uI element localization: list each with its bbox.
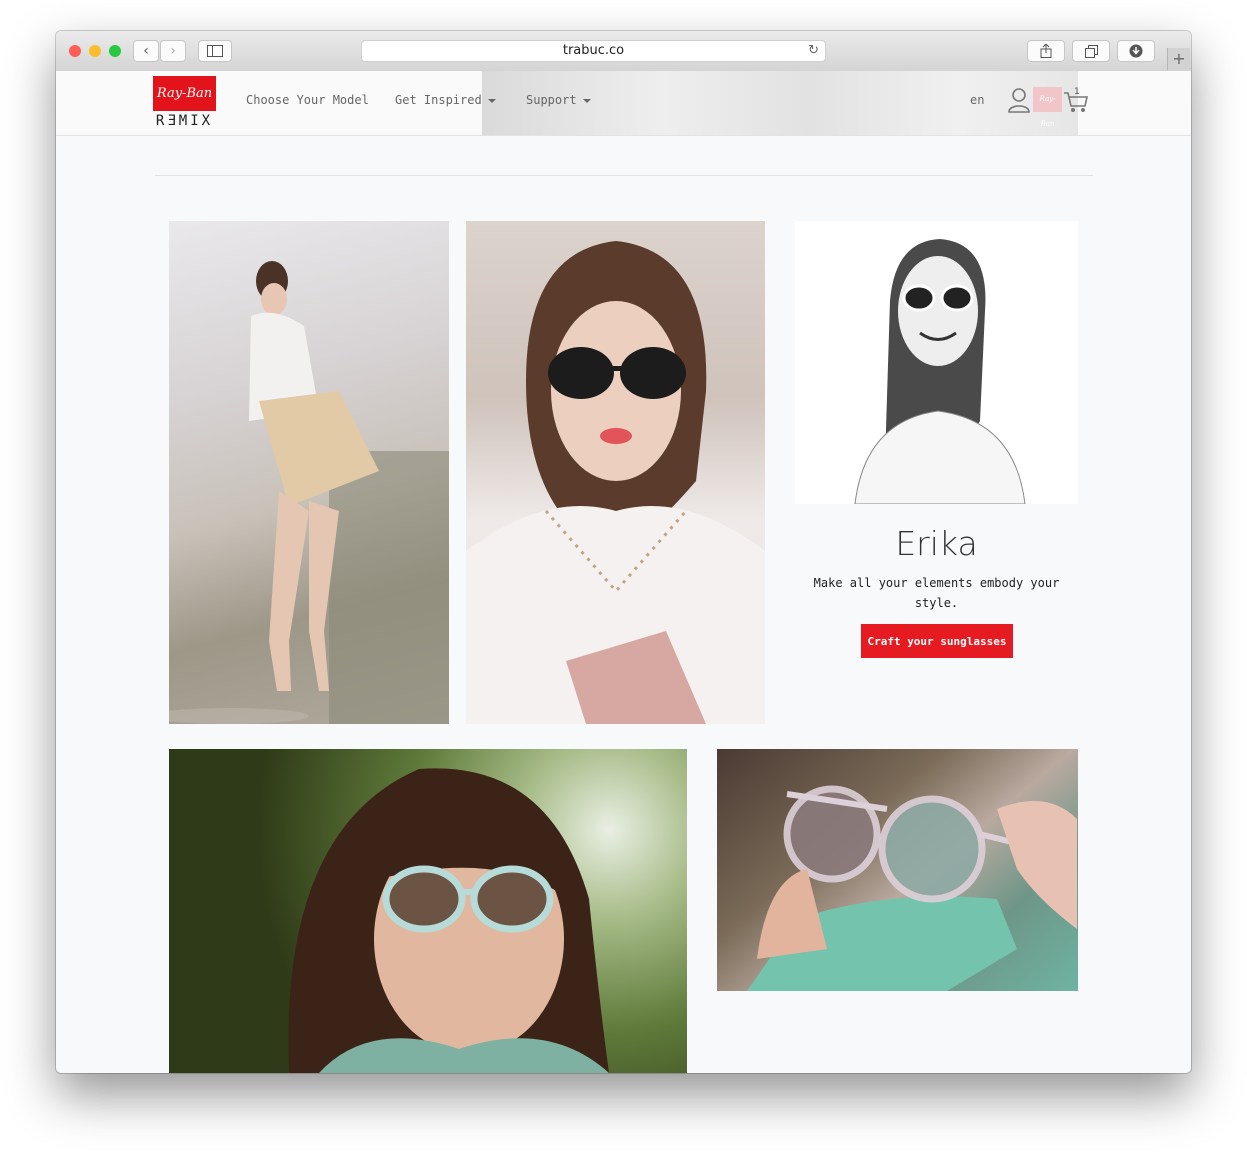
- caret-down-icon: [487, 98, 496, 103]
- language-selector[interactable]: en: [970, 93, 984, 107]
- craft-your-sunglasses-button[interactable]: Craft your sunglasses: [861, 624, 1013, 658]
- hands-holding-sunglasses-photo: [717, 749, 1078, 991]
- caret-down-icon: [582, 98, 591, 103]
- nav-choose-your-model[interactable]: Choose Your Model: [246, 93, 369, 107]
- plus-icon: +: [1172, 49, 1186, 68]
- back-button[interactable]: ‹: [133, 40, 159, 62]
- minimize-window-button[interactable]: [89, 45, 101, 57]
- browser-toolbar: ‹ › trabuc.co ↻ +: [56, 31, 1191, 72]
- tabs-icon: [1084, 45, 1098, 58]
- sidebar-icon: [207, 45, 223, 57]
- nav-label: Choose Your Model: [246, 93, 369, 107]
- photo-figure-shape: [854, 239, 1026, 504]
- woman-mint-sunglasses-closeup-photo: [169, 749, 687, 1073]
- model-title: Erika: [895, 524, 978, 563]
- brand-logo[interactable]: Ray-Ban: [153, 76, 216, 111]
- logo-wordmark[interactable]: RƎMIX: [153, 113, 216, 129]
- cart-count-badge: 1: [1074, 87, 1080, 97]
- new-tab-button[interactable]: +: [1167, 48, 1190, 70]
- nav-label: Get Inspired: [395, 93, 482, 107]
- model-tagline: Make all your elements embody your style…: [813, 576, 1060, 610]
- woman-studded-collar-portrait-photo: [466, 221, 765, 724]
- photo-figure-shape: [288, 768, 609, 1073]
- nav-get-inspired[interactable]: Get Inspired: [395, 93, 496, 107]
- site-header: Ray-Ban RƎMIX Choose Your Model Get Insp…: [56, 71, 1191, 136]
- mini-brand-logo: Ray-Ban: [1033, 87, 1062, 128]
- download-icon: [1129, 44, 1143, 58]
- photo-figure-shape: [466, 241, 765, 724]
- share-button[interactable]: [1027, 40, 1065, 62]
- chevron-left-icon: ‹: [143, 43, 149, 59]
- address-bar[interactable]: trabuc.co ↻: [361, 40, 826, 62]
- mini-logo-text: Ray-Ban: [1039, 95, 1056, 128]
- chevron-right-icon: ›: [170, 43, 176, 59]
- forward-button[interactable]: ›: [160, 40, 186, 62]
- woman-sitting-on-wall-photo: [169, 221, 449, 724]
- close-window-button[interactable]: [69, 45, 81, 57]
- zoom-window-button[interactable]: [109, 45, 121, 57]
- share-icon: [1040, 43, 1052, 58]
- url-text: trabuc.co: [562, 43, 625, 58]
- browser-window: ‹ › trabuc.co ↻ + Ray-Ban RƎMIX Choose Y…: [56, 31, 1191, 1073]
- model-white-sunglasses-portrait-photo: [795, 221, 1078, 504]
- tabs-overview-button[interactable]: [1072, 40, 1110, 62]
- content-divider: [155, 175, 1093, 176]
- nav-label: Support: [526, 93, 577, 107]
- logo-script: Ray-Ban: [156, 86, 213, 101]
- downloads-button[interactable]: [1117, 40, 1155, 62]
- user-icon: [1008, 88, 1030, 113]
- account-button[interactable]: [1007, 87, 1031, 113]
- photo-figure-shape: [747, 785, 1077, 991]
- sidebar-button[interactable]: [198, 40, 232, 62]
- nav-support[interactable]: Support: [526, 93, 591, 107]
- reload-icon[interactable]: ↻: [808, 41, 819, 61]
- photo-figure-shape: [169, 261, 449, 724]
